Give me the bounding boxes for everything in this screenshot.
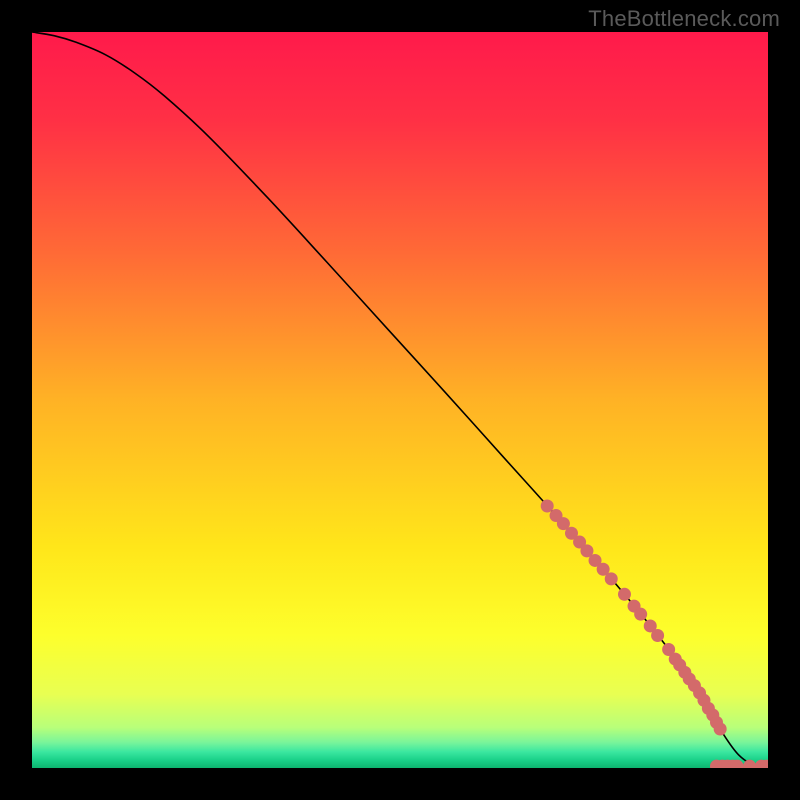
chart-frame: TheBottleneck.com: [0, 0, 800, 800]
scatter-dot: [605, 572, 618, 585]
watermark-text: TheBottleneck.com: [588, 6, 780, 32]
gradient-background: [32, 32, 768, 768]
scatter-dot: [714, 722, 727, 735]
plot-area: [32, 32, 768, 768]
scatter-dot: [651, 629, 664, 642]
scatter-dot: [634, 608, 647, 621]
scatter-dot: [541, 499, 554, 512]
chart-svg: [32, 32, 768, 768]
scatter-dot: [618, 588, 631, 601]
